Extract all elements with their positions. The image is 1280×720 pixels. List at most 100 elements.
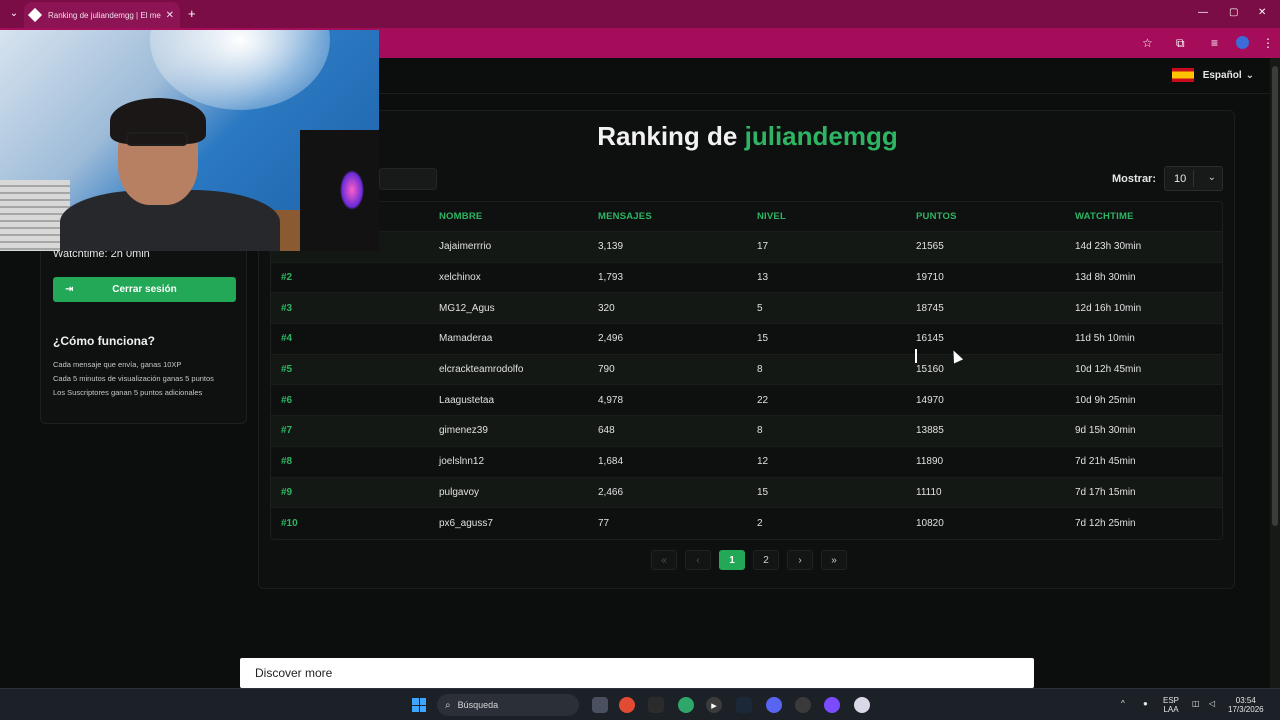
cell-points: 10820 <box>916 518 944 530</box>
discord-icon[interactable] <box>766 697 782 713</box>
cell-points: 16145 <box>916 333 944 345</box>
tab-favicon-icon <box>27 7 43 23</box>
volume-icon[interactable]: ◁ <box>1209 699 1215 708</box>
cell-rank: #3 <box>281 302 293 314</box>
cell-name: MG12_Agus <box>439 302 495 314</box>
steam-icon[interactable] <box>736 697 752 713</box>
chrome-profile-icon[interactable] <box>678 697 694 713</box>
cell-level: 15 <box>757 333 769 345</box>
logout-button[interactable]: ⇥ Cerrar sesión <box>53 277 236 302</box>
cell-name: Laagustetaa <box>439 394 495 406</box>
how-line: Cada 5 minutos de visualización ganas 5 … <box>53 374 214 383</box>
discover-more-bar[interactable]: Discover more <box>240 658 1034 688</box>
language-selector[interactable]: Español ⌄ <box>1171 68 1254 82</box>
title-username: juliandemgg <box>744 121 898 151</box>
cell-messages: 77 <box>598 518 610 530</box>
cell-watchtime: 7d 21h 45min <box>1075 456 1136 468</box>
obs-icon[interactable] <box>795 697 811 713</box>
browser-tab[interactable]: Ranking de juliandemgg | El me ✕ <box>24 2 180 28</box>
table-header: NOMBRE MENSAJES NIVEL PUNTOS WATCHTIME <box>271 202 1222 232</box>
browser-menu-icon[interactable]: ⋮ <box>1262 36 1274 50</box>
input-language[interactable]: ESP LAA <box>1163 696 1179 714</box>
cell-messages: 3,139 <box>598 241 624 253</box>
minimize-button[interactable]: — <box>1198 7 1208 18</box>
cell-points: 19710 <box>916 272 944 284</box>
page-1-button[interactable]: 1 <box>719 550 745 570</box>
previous-page-button[interactable]: ‹ <box>685 550 711 570</box>
tray-chevron-up-icon[interactable]: ^ <box>1121 699 1125 708</box>
cell-name: Mamaderaa <box>439 333 493 345</box>
taskbar-search[interactable]: ⌕ Búsqueda <box>437 694 579 716</box>
page-title: Ranking de juliandemgg <box>259 121 1236 152</box>
cell-messages: 1,793 <box>598 272 624 284</box>
cell-rank: #9 <box>281 486 293 498</box>
table-row: #8 joelslnn12 1,684 12 11890 7d 21h 45min <box>271 447 1222 478</box>
table-row: #10 px6_aguss7 77 2 10820 7d 12h 25min <box>271 508 1222 539</box>
pagination: « ‹ 1 2 › » <box>651 550 847 570</box>
cell-points: 21565 <box>916 241 944 253</box>
bookmark-star-icon[interactable]: ☆ <box>1142 36 1153 50</box>
cell-level: 8 <box>757 425 763 437</box>
app-icon[interactable] <box>854 697 870 713</box>
cell-watchtime: 7d 12h 25min <box>1075 518 1136 530</box>
language-label: Español <box>1202 69 1242 81</box>
cell-name: Jajaimerrrio <box>439 241 492 253</box>
table-row: #5 elcrackteamrodolfo 790 8 15160 10d 12h 45m… <box>271 354 1222 386</box>
select-divider <box>1193 170 1194 187</box>
table-row: #9 pulgavoy 2,466 15 11110 7d 17h 15min <box>271 477 1222 509</box>
cell-watchtime: 10d 9h 25min <box>1075 394 1136 406</box>
extensions-icon[interactable]: ⧉ <box>1176 36 1185 51</box>
cell-name: elcrackteamrodolfo <box>439 364 524 376</box>
cell-level: 2 <box>757 518 763 530</box>
close-window-button[interactable]: ✕ <box>1258 7 1266 18</box>
scrollbar-thumb[interactable] <box>1272 66 1278 526</box>
cell-level: 5 <box>757 302 763 314</box>
cell-watchtime: 7d 17h 15min <box>1075 486 1136 498</box>
show-label: Mostrar: <box>1112 173 1157 185</box>
cell-level: 15 <box>757 486 769 498</box>
cell-watchtime: 14d 23h 30min <box>1075 241 1142 253</box>
cell-rank: #7 <box>281 425 293 437</box>
clock[interactable]: 03:54 17/3/2026 <box>1228 696 1264 714</box>
microphone-icon[interactable]: ● <box>1143 699 1148 708</box>
webcam-computer <box>300 130 379 251</box>
column-header-points[interactable]: PUNTOS <box>916 202 957 231</box>
how-line: Los Suscriptores ganan 5 puntos adiciona… <box>53 388 203 397</box>
cell-points: 14970 <box>916 394 944 406</box>
cell-level: 17 <box>757 241 769 253</box>
column-header-level[interactable]: NIVEL <box>757 202 786 231</box>
browser-tabstrip: ⌄ Ranking de juliandemgg | El me ✕ + — ▢… <box>0 0 1280 28</box>
capcut-icon[interactable] <box>648 697 664 713</box>
page-2-button[interactable]: 2 <box>753 550 779 570</box>
cell-level: 12 <box>757 456 769 468</box>
webcam-person-glasses <box>126 132 188 146</box>
profile-avatar-icon[interactable] <box>1236 36 1249 49</box>
tab-title: Ranking de juliandemgg | El me <box>48 10 161 20</box>
new-tab-button[interactable]: + <box>188 6 196 21</box>
next-page-button[interactable]: › <box>787 550 813 570</box>
cell-name: xelchinox <box>439 272 481 284</box>
column-header-watchtime[interactable]: WATCHTIME <box>1075 202 1134 231</box>
column-header-messages[interactable]: MENSAJES <box>598 202 652 231</box>
app-icon[interactable] <box>824 697 840 713</box>
start-menu-icon[interactable] <box>412 698 426 712</box>
cell-level: 22 <box>757 394 769 406</box>
network-icon[interactable]: ◫ <box>1192 699 1200 708</box>
tab-search-chevron-icon[interactable]: ⌄ <box>6 6 22 22</box>
file-explorer-icon[interactable] <box>592 697 608 713</box>
tab-close-icon[interactable]: ✕ <box>166 10 174 21</box>
chrome-icon[interactable] <box>619 697 635 713</box>
cell-points: 18745 <box>916 302 944 314</box>
media-controls-icon[interactable]: ≡ <box>1211 36 1218 50</box>
cell-messages: 2,496 <box>598 333 624 345</box>
search-input[interactable] <box>379 168 437 190</box>
page-size-select[interactable]: 10 ⌄ <box>1164 166 1223 191</box>
first-page-button[interactable]: « <box>651 550 677 570</box>
input-language-top: ESP <box>1163 696 1180 705</box>
media-player-icon[interactable]: ▸ <box>706 697 722 713</box>
page-scrollbar[interactable] <box>1270 58 1280 688</box>
cell-rank: #6 <box>281 394 293 406</box>
last-page-button[interactable]: » <box>821 550 847 570</box>
column-header-name[interactable]: NOMBRE <box>439 202 482 231</box>
maximize-button[interactable]: ▢ <box>1229 7 1238 18</box>
